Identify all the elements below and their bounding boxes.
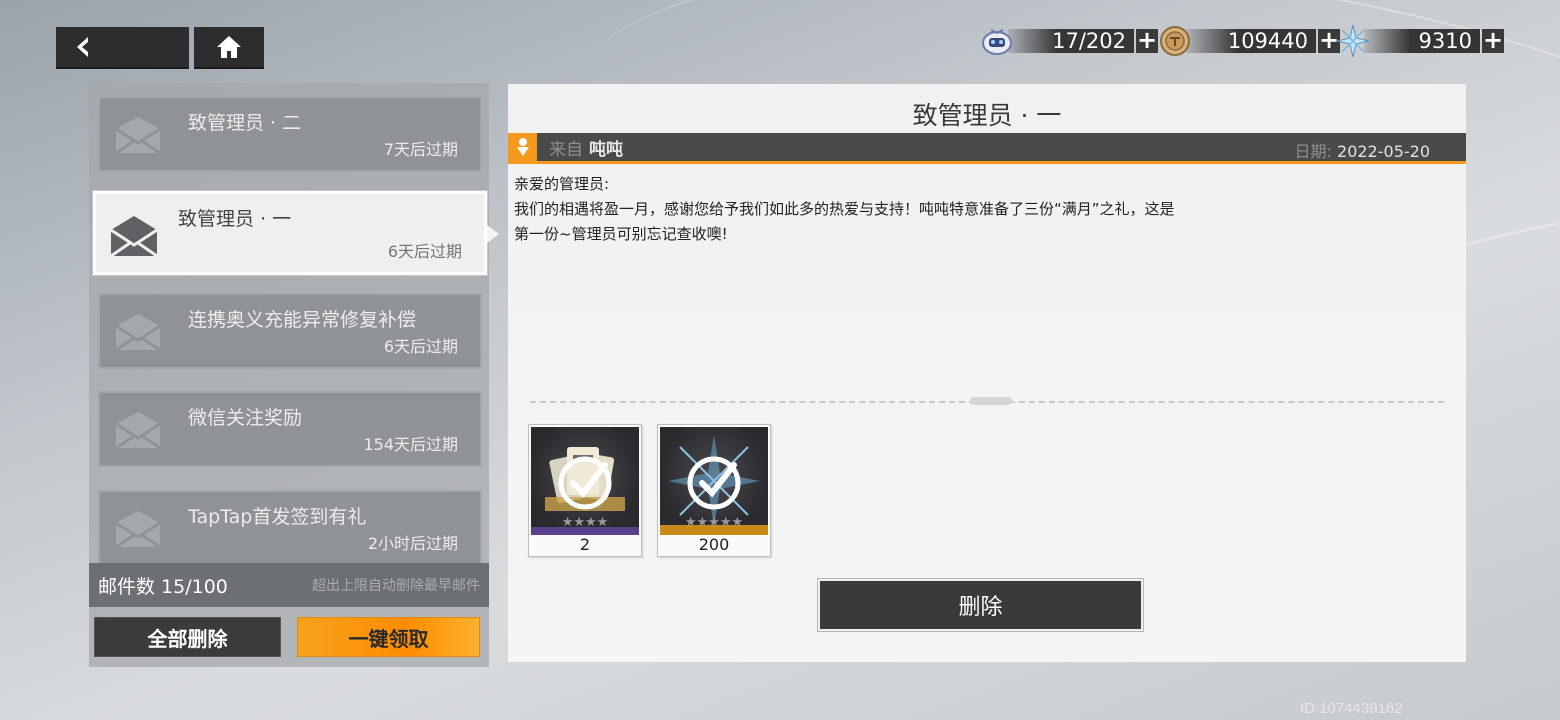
mail-body-line: 第一份~管理员可别忘记查收噢! <box>514 225 728 243</box>
mail-limit-hint: 超出上限自动删除最早邮件 <box>312 578 480 594</box>
back-button[interactable] <box>56 27 189 69</box>
ticket-stack-icon: ★★★★ <box>531 447 639 535</box>
add-stamina-button[interactable]: + <box>1136 28 1158 53</box>
stamina-value: 17/202 <box>1008 29 1134 53</box>
mail-expiry: 6天后过期 <box>387 242 462 261</box>
mail-list-panel: 致管理员 · 二 7天后过期 致管理员 · 一 6天后过期 连携奥义充能异常修复… <box>89 83 499 667</box>
mail-list[interactable]: 致管理员 · 二 7天后过期 致管理员 · 一 6天后过期 连携奥义充能异常修复… <box>89 83 489 563</box>
sender-tag <box>508 133 537 161</box>
claim-all-button[interactable]: 一键领取 <box>297 617 480 657</box>
sender-bar: 来自 吨吨 日期: 2022-05-20 <box>508 133 1466 164</box>
mail-expiry: 154天后过期 <box>363 435 458 454</box>
attachment-art: ★★★★★ <box>660 427 768 535</box>
mail-item[interactable]: 微信关注奖励 154天后过期 <box>98 391 482 467</box>
date-value: 2022-05-20 <box>1337 142 1430 161</box>
delete-mail-button[interactable]: 删除 <box>818 579 1143 631</box>
svg-text:★★★★★: ★★★★★ <box>685 515 743 530</box>
stamina-resource: 17/202 + <box>980 28 1158 55</box>
crystal-shard-icon <box>1336 24 1370 58</box>
delete-all-button[interactable]: 全部删除 <box>94 617 281 657</box>
crystal-value: 9310 <box>1364 29 1480 53</box>
mail-title: 致管理员 · 一 <box>178 208 292 230</box>
pin-icon <box>516 138 529 156</box>
mail-body-line: 亲爱的管理员: <box>514 175 610 193</box>
attachment-quantity: 2 <box>579 535 591 554</box>
attachment-art: ★★★★ <box>531 427 639 535</box>
home-button[interactable] <box>194 27 264 69</box>
mail-title: 致管理员 · 二 <box>188 112 302 134</box>
back-arrow-icon <box>77 37 88 57</box>
mail-count: 邮件数 15/100 <box>98 575 228 598</box>
crystal-burst-icon: ★★★★★ <box>660 435 768 535</box>
crystal-resource: 9310 + <box>1336 24 1504 58</box>
add-crystals-button[interactable]: + <box>1482 28 1504 53</box>
date-label: 日期: <box>1294 142 1332 161</box>
mail-title: 连携奥义充能异常修复补偿 <box>188 309 417 331</box>
stamina-robot-icon <box>980 24 1014 58</box>
attachment-item[interactable]: ★★★★ 2 <box>528 424 642 557</box>
from-label: 来自 <box>549 139 583 160</box>
mail-expiry: 7天后过期 <box>383 140 458 159</box>
mail-body: 亲爱的管理员: 我们的相遇将盈一月，感谢您给予我们如此多的热爱与支持！吨吨特意准… <box>514 172 1274 247</box>
mail-item[interactable]: 连携奥义充能异常修复补偿 6天后过期 <box>98 293 482 369</box>
coin-icon <box>1158 24 1192 58</box>
attachment-item[interactable]: ★★★★★ 200 <box>657 424 771 557</box>
mail-item-selected[interactable]: 致管理员 · 一 6天后过期 <box>93 191 487 275</box>
mail-expiry: 2小时后过期 <box>367 534 458 553</box>
mail-item[interactable]: 致管理员 · 二 7天后过期 <box>98 96 482 172</box>
mail-detail-title: 致管理员 · 一 <box>912 101 1062 130</box>
user-id: ID:1074439162 <box>1300 700 1403 717</box>
selection-pointer <box>487 225 499 243</box>
coin-value: 109440 <box>1186 29 1316 53</box>
mail-count-bar: 邮件数 15/100 超出上限自动删除最早邮件 <box>89 563 489 607</box>
envelope-icon <box>110 216 158 258</box>
svg-text:★★★★: ★★★★ <box>562 515 609 530</box>
mail-body-line: 我们的相遇将盈一月，感谢您给予我们如此多的热爱与支持！吨吨特意准备了三份“满月”… <box>514 200 1175 218</box>
home-icon <box>217 36 241 58</box>
attachment-quantity: 200 <box>698 535 730 554</box>
mail-detail-panel: 致管理员 · 一 来自 吨吨 日期: 2022-05-20 亲爱的管理员: 我们… <box>508 84 1466 662</box>
sender-name: 吨吨 <box>589 139 623 160</box>
mail-title: 微信关注奖励 <box>188 407 303 429</box>
mail-date: 日期: 2022-05-20 <box>1295 138 1430 162</box>
divider-knob <box>970 397 1012 405</box>
mail-expiry: 6天后过期 <box>383 337 458 356</box>
envelope-icon <box>115 314 161 352</box>
coin-resource: 109440 + <box>1158 26 1340 56</box>
envelope-icon <box>115 412 161 450</box>
envelope-icon <box>115 117 161 155</box>
mail-title: TapTap首发签到有礼 <box>188 506 367 528</box>
mail-item[interactable]: TapTap首发签到有礼 2小时后过期 <box>98 490 482 563</box>
envelope-icon <box>115 511 161 549</box>
